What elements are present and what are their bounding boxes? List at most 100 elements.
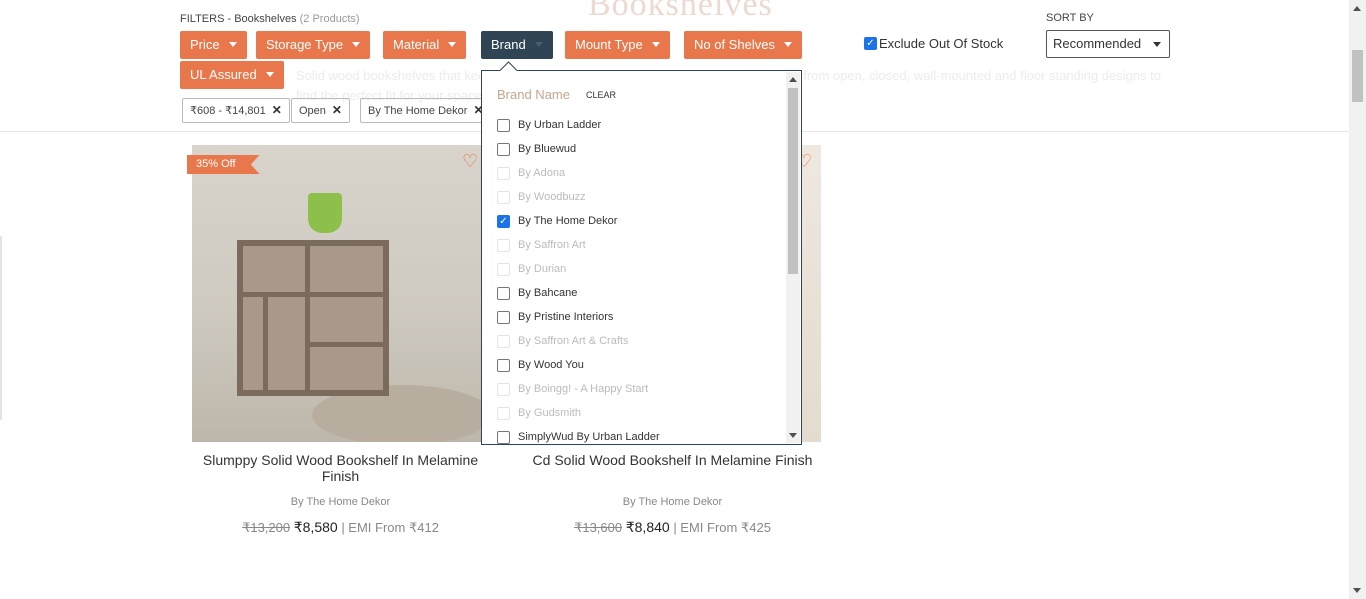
checkbox-checked-icon[interactable]: ✓: [864, 37, 877, 50]
applied-filter-open: Open ✕: [291, 98, 350, 123]
product-price: ₹13,600 ₹8,840 | EMI From ₹425: [524, 519, 821, 536]
checkbox-icon[interactable]: [497, 142, 510, 156]
checkbox-icon[interactable]: [497, 286, 510, 300]
applied-filter-brand: By The Home Dekor ✕: [360, 98, 492, 123]
applied-filter-price: ₹608 - ₹14,801 ✕: [182, 98, 290, 123]
current-price: ₹8,580: [293, 519, 338, 535]
exclude-out-of-stock-toggle[interactable]: ✓ Exclude Out Of Stock: [864, 36, 1003, 51]
brand-list: By Urban Ladder By Bluewud By Adona By Wood…: [497, 113, 660, 449]
heart-icon[interactable]: ♡: [462, 151, 478, 172]
clear-button[interactable]: CLEAR: [586, 90, 616, 100]
caret-down-icon: [534, 42, 543, 47]
brand-option[interactable]: ✓ By The Home Dekor: [497, 209, 660, 233]
brand-option[interactable]: By Urban Ladder: [497, 113, 660, 137]
brand-option: By Saffron Art & Crafts: [497, 329, 660, 353]
scroll-up-icon[interactable]: [789, 77, 797, 82]
caret-down-icon: [228, 42, 237, 47]
brand-option: By Adona: [497, 161, 660, 185]
product-brand: By The Home Dekor: [290, 496, 391, 508]
product-brand: By The Home Dekor: [622, 496, 723, 508]
brand-option-label: By Urban Ladder: [518, 119, 602, 131]
brand-option: By Gudsmith: [497, 401, 660, 425]
dropdown-scrollbar[interactable]: [786, 72, 800, 443]
scroll-up-icon[interactable]: [1353, 6, 1361, 11]
filter-chip-material[interactable]: Material: [383, 31, 467, 59]
filter-chip-label: Storage Type: [266, 37, 344, 52]
brand-option-label: By Pristine Interiors: [518, 311, 614, 323]
caret-down-icon: [1153, 42, 1161, 47]
product-title[interactable]: Cd Solid Wood Bookshelf In Melamine Fini…: [524, 452, 821, 468]
filter-chip-ul-assured[interactable]: UL Assured: [180, 61, 284, 89]
close-icon[interactable]: ✕: [332, 103, 342, 117]
plant-pot-graphic: [308, 193, 342, 233]
scroll-thumb[interactable]: [1352, 50, 1363, 102]
checkbox-icon[interactable]: [497, 310, 510, 324]
checkbox-checked-icon[interactable]: ✓: [497, 214, 510, 228]
applied-filter-label: By The Home Dekor: [368, 105, 468, 117]
brand-option-label: By The Home Dekor: [518, 215, 618, 227]
brand-option[interactable]: SimplyWud By Urban Ladder: [497, 425, 660, 449]
scroll-down-icon[interactable]: [789, 433, 797, 438]
scroll-down-icon[interactable]: [1353, 588, 1361, 593]
checkbox-icon: [497, 334, 510, 348]
exclude-out-of-stock-label: Exclude Out Of Stock: [879, 36, 1004, 51]
brand-option: By Woodbuzz: [497, 185, 660, 209]
emi-text: | EMI From ₹425: [673, 520, 771, 535]
checkbox-icon[interactable]: [497, 118, 510, 132]
filter-chip-label: Brand: [491, 37, 526, 52]
brand-option[interactable]: By Pristine Interiors: [497, 305, 660, 329]
filter-chip-mount-type[interactable]: Mount Type: [565, 31, 670, 59]
product-price: ₹13,200 ₹8,580 | EMI From ₹412: [192, 519, 489, 536]
page-scrollbar[interactable]: [1349, 0, 1366, 599]
checkbox-icon[interactable]: [497, 358, 510, 372]
brand-option-label: By Adona: [518, 167, 566, 179]
checkbox-icon: [497, 382, 510, 396]
caret-down-icon: [651, 42, 660, 47]
brand-option: By Durian: [497, 257, 660, 281]
filter-chip-brand[interactable]: Brand: [481, 31, 553, 59]
side-tab: [0, 236, 2, 420]
checkbox-icon: [497, 406, 510, 420]
filter-chip-label: No of Shelves: [694, 37, 775, 52]
product-title[interactable]: Slumppy Solid Wood Bookshelf In Melamine…: [192, 452, 489, 484]
brand-option-label: By Bluewud: [518, 143, 577, 155]
checkbox-icon: [497, 190, 510, 204]
filter-chip-no-of-shelves[interactable]: No of Shelves: [684, 31, 802, 59]
old-price: ₹13,200: [242, 520, 291, 535]
applied-filter-label: Open: [299, 105, 326, 117]
checkbox-icon: [497, 166, 510, 180]
checkbox-icon: [497, 262, 510, 276]
filter-chip-label: Material: [393, 37, 440, 52]
brand-option-label: By Woodbuzz: [518, 191, 586, 203]
brand-option-label: By Saffron Art & Crafts: [518, 335, 629, 347]
filter-chip-label: Mount Type: [575, 37, 643, 52]
brand-option[interactable]: By Bahcane: [497, 281, 660, 305]
applied-filter-label: ₹608 - ₹14,801: [190, 105, 266, 117]
caret-down-icon: [448, 42, 457, 47]
sort-select[interactable]: Recommended: [1046, 30, 1170, 58]
caret-down-icon: [265, 72, 274, 77]
filter-chip-storage-type[interactable]: Storage Type: [256, 31, 371, 59]
caret-down-icon: [783, 42, 792, 47]
bookshelf-graphic: [237, 240, 389, 396]
filters-label: FILTERS - Bookshelves (2 Products): [180, 13, 360, 25]
product-image[interactable]: [192, 145, 489, 442]
scroll-thumb[interactable]: [788, 88, 798, 274]
dropdown-heading: Brand Name: [497, 87, 570, 102]
brand-option: By Boingg! - A Happy Start: [497, 377, 660, 401]
product-count: (2 Products): [299, 13, 360, 25]
brand-option-label: By Gudsmith: [518, 407, 581, 419]
filter-chip-price[interactable]: Price: [180, 31, 247, 59]
brand-option[interactable]: By Bluewud: [497, 137, 660, 161]
current-price: ₹8,840: [625, 519, 670, 535]
old-price: ₹13,600: [574, 520, 623, 535]
brand-dropdown: Brand Name CLEAR By Urban Ladder By Bluew…: [481, 70, 802, 445]
caret-down-icon: [352, 42, 361, 47]
brand-option[interactable]: By Wood You: [497, 353, 660, 377]
sort-by-label: SORT BY: [1046, 12, 1094, 24]
close-icon[interactable]: ✕: [272, 103, 282, 117]
checkbox-icon[interactable]: [497, 430, 510, 444]
filters-title: FILTERS - Bookshelves: [180, 13, 297, 25]
brand-option-label: By Saffron Art: [518, 239, 586, 251]
filter-chip-label: UL Assured: [190, 67, 257, 82]
